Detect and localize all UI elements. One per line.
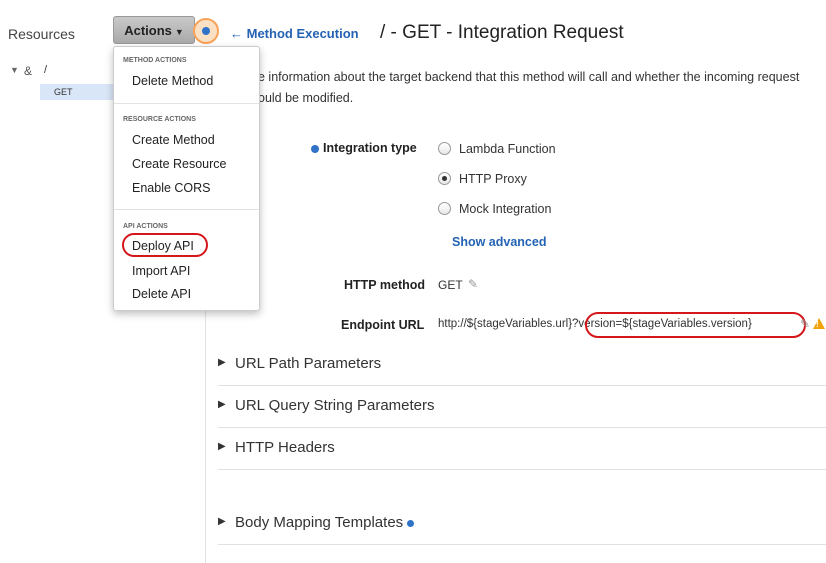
menu-item-delete-api[interactable]: Delete API bbox=[132, 287, 191, 301]
menu-item-create-resource[interactable]: Create Resource bbox=[132, 157, 227, 171]
menu-item-enable-cors[interactable]: Enable CORS bbox=[132, 181, 211, 195]
http-method-value: GET bbox=[438, 278, 463, 292]
actions-dropdown-menu: METHOD ACTIONS Delete Method RESOURCE AC… bbox=[113, 46, 260, 311]
tree-item-get[interactable]: GET bbox=[40, 84, 120, 100]
menu-item-import-api[interactable]: Import API bbox=[132, 264, 190, 278]
caret-right-icon: ▶ bbox=[218, 399, 226, 410]
radio-mock-integration[interactable] bbox=[438, 202, 451, 215]
endpoint-url-label: Endpoint URL bbox=[341, 318, 425, 332]
resources-label: Resources bbox=[8, 26, 75, 42]
info-dot-icon bbox=[407, 519, 415, 527]
required-dot-icon bbox=[311, 145, 319, 153]
show-advanced-link[interactable]: Show advanced bbox=[452, 235, 546, 249]
info-indicator[interactable] bbox=[193, 18, 219, 44]
resource-icon: & bbox=[24, 64, 33, 78]
section-title: URL Query String Parameters bbox=[235, 397, 435, 414]
method-execution-label: Method Execution bbox=[246, 26, 359, 41]
section-title: URL Path Parameters bbox=[235, 355, 382, 372]
section-url-path-parameters[interactable]: ▶ URL Path Parameters bbox=[218, 343, 826, 386]
caret-down-icon: ▼ bbox=[174, 27, 184, 37]
menu-header-resource-actions: RESOURCE ACTIONS bbox=[123, 116, 196, 123]
menu-divider bbox=[114, 209, 259, 210]
edit-endpoint-pencil-icon[interactable]: ✎ bbox=[800, 317, 810, 331]
caret-right-icon: ▶ bbox=[218, 357, 226, 368]
menu-divider bbox=[114, 103, 259, 104]
radio-label-http-proxy: HTTP Proxy bbox=[459, 172, 527, 186]
integration-type-label: Integration type bbox=[323, 141, 417, 155]
menu-header-api-actions: API ACTIONS bbox=[123, 223, 168, 230]
edit-http-method-pencil-icon[interactable]: ✎ bbox=[468, 277, 478, 291]
description-line-1: e information about the target backend t… bbox=[258, 70, 800, 84]
menu-item-delete-method[interactable]: Delete Method bbox=[132, 74, 213, 88]
actions-label: Actions bbox=[124, 23, 172, 38]
radio-lambda-function[interactable] bbox=[438, 142, 451, 155]
radio-http-proxy[interactable] bbox=[438, 172, 451, 185]
section-title-text: Body Mapping Templates bbox=[235, 514, 404, 531]
section-url-query-string-parameters[interactable]: ▶ URL Query String Parameters bbox=[218, 385, 826, 428]
section-http-headers[interactable]: ▶ HTTP Headers bbox=[218, 427, 826, 470]
menu-item-create-method[interactable]: Create Method bbox=[132, 133, 215, 147]
caret-right-icon: ▶ bbox=[218, 441, 226, 452]
method-execution-link[interactable]: ← Method Execution bbox=[230, 26, 359, 41]
radio-label-mock: Mock Integration bbox=[459, 202, 552, 216]
tree-root-item[interactable]: / bbox=[44, 64, 47, 76]
section-title: HTTP Headers bbox=[235, 439, 335, 456]
warning-icon bbox=[813, 318, 825, 329]
section-body-mapping-templates[interactable]: ▶ Body Mapping Templates bbox=[218, 502, 826, 545]
back-arrow-icon: ← bbox=[230, 26, 243, 41]
deploy-highlight-ring bbox=[122, 233, 208, 257]
http-method-label: HTTP method bbox=[344, 278, 426, 292]
info-dot-icon bbox=[202, 27, 210, 35]
actions-dropdown-button[interactable]: Actions ▼ bbox=[113, 16, 195, 44]
tree-expand-icon[interactable]: ▼ bbox=[10, 65, 19, 75]
page-title: / - GET - Integration Request bbox=[380, 22, 624, 43]
warning-mark: ! bbox=[816, 320, 819, 329]
caret-right-icon: ▶ bbox=[218, 516, 226, 527]
section-title: Body Mapping Templates bbox=[235, 514, 415, 531]
radio-label-lambda: Lambda Function bbox=[459, 142, 556, 156]
endpoint-highlight-ring bbox=[585, 312, 806, 338]
description-line-2: ould be modified. bbox=[258, 91, 354, 105]
menu-header-method-actions: METHOD ACTIONS bbox=[123, 57, 187, 64]
